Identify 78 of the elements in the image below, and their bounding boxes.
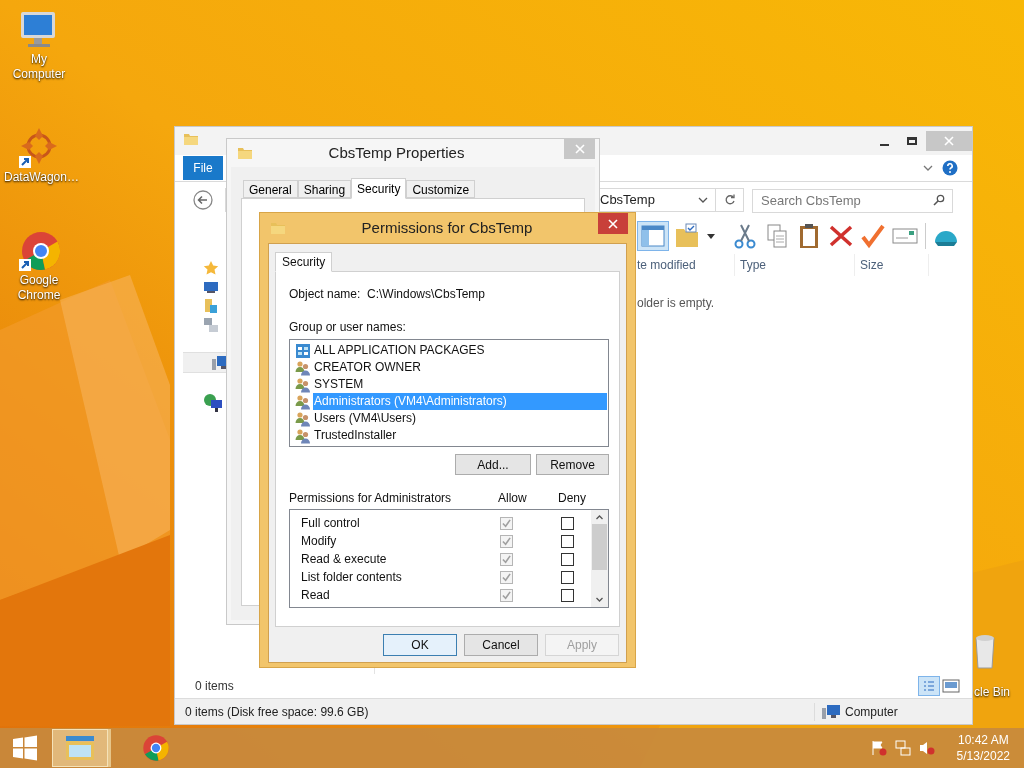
users-icon <box>295 410 311 427</box>
star-icon[interactable] <box>203 259 219 276</box>
search-icon[interactable] <box>933 194 945 206</box>
dialog-button[interactable]: OK <box>383 634 457 656</box>
checkbox[interactable] <box>500 534 513 548</box>
folder-icon <box>270 220 286 236</box>
principal-item[interactable]: TrustedInstaller <box>313 427 607 444</box>
checkmark-icon[interactable] <box>859 222 887 250</box>
windows-logo-icon[interactable] <box>11 734 39 762</box>
folder-icon[interactable] <box>64 734 96 762</box>
remove-button[interactable]: Remove <box>536 454 609 475</box>
chrome-logo-icon[interactable] <box>142 734 170 762</box>
dialog-tab[interactable]: General <box>243 180 298 198</box>
close-icon[interactable] <box>608 218 618 229</box>
column-header[interactable]: Size <box>855 254 929 276</box>
checkbox[interactable] <box>500 588 513 602</box>
checkbox[interactable] <box>561 516 574 530</box>
empty-folder-message: older is empty. <box>637 295 715 312</box>
status-text: 0 items (Disk free space: 99.6 GB) <box>175 702 815 721</box>
checkbox[interactable] <box>500 552 513 566</box>
checkbox[interactable] <box>500 516 513 530</box>
principal-item[interactable]: Users (VM4\Users) <box>313 410 607 427</box>
dialog-title: CbsTemp Properties <box>327 142 466 163</box>
permission-name: Full control <box>300 515 361 532</box>
thumbnail-view-icon[interactable] <box>942 679 960 693</box>
address-text: CbsTemp <box>600 191 655 210</box>
computer-icon <box>821 703 841 720</box>
add-button[interactable]: Add... <box>455 454 531 475</box>
dialog-tab[interactable]: Sharing <box>297 180 352 198</box>
folder-icon <box>237 145 253 161</box>
checkbox[interactable] <box>561 570 574 584</box>
refresh-icon[interactable] <box>723 194 736 206</box>
item-count: 0 items <box>195 678 234 695</box>
flag-icon[interactable] <box>870 740 887 756</box>
file-explorer-taskbar-button[interactable] <box>52 729 108 767</box>
status-location: Computer <box>845 703 898 721</box>
principal-item[interactable]: CREATOR OWNER <box>313 359 607 376</box>
close-button[interactable] <box>598 213 628 234</box>
checkbox[interactable] <box>500 570 513 584</box>
users-icon <box>295 359 311 376</box>
back-icon[interactable] <box>193 190 213 210</box>
column-header[interactable]: Type <box>735 254 855 276</box>
network-icon[interactable] <box>203 392 223 413</box>
groups-label: Group or user names: <box>289 319 407 336</box>
chrome-logo-icon[interactable] <box>17 229 61 273</box>
packages-icon <box>295 342 311 359</box>
principal-item[interactable]: SYSTEM <box>313 376 607 393</box>
speaker-muted-icon[interactable] <box>918 740 935 756</box>
users-icon <box>295 427 311 444</box>
column-header: Deny <box>558 490 586 507</box>
checkbox[interactable] <box>561 534 574 548</box>
file-tab[interactable]: File <box>183 156 223 180</box>
search-field[interactable]: Search CbsTemp <box>752 188 953 213</box>
users-icon <box>295 393 311 410</box>
dialog-button[interactable]: Cancel <box>464 634 538 656</box>
permission-name: Read <box>300 587 331 604</box>
permission-name: Modify <box>300 533 338 550</box>
folder-check-icon[interactable] <box>673 222 701 250</box>
dialog-tab[interactable]: Security <box>351 178 407 199</box>
permission-name: List folder contents <box>300 569 403 586</box>
principal-item[interactable]: ALL APPLICATION PACKAGES <box>313 342 607 359</box>
object-name-label: Object name: <box>289 286 362 303</box>
dialog-tab[interactable]: Customize <box>406 180 476 198</box>
refresh-button[interactable] <box>716 188 744 212</box>
users-icon <box>295 376 311 393</box>
layout-pane-button[interactable] <box>637 221 669 251</box>
permissions-label: Permissions for Administrators <box>289 490 453 507</box>
folder-icon <box>183 131 199 147</box>
dialog-title: Permissions for CbsTemp <box>360 217 534 238</box>
checkbox[interactable] <box>561 552 574 566</box>
checkbox[interactable] <box>561 588 574 602</box>
help-icon[interactable] <box>942 160 958 176</box>
object-name-value: C:\Windows\CbsTemp <box>367 286 486 303</box>
scrollbar[interactable] <box>591 510 608 607</box>
permission-name: Read & execute <box>300 551 388 568</box>
column-header: Allow <box>498 490 528 507</box>
network-devices-icon[interactable] <box>203 316 219 333</box>
dialog-tab[interactable]: Security <box>275 252 333 272</box>
